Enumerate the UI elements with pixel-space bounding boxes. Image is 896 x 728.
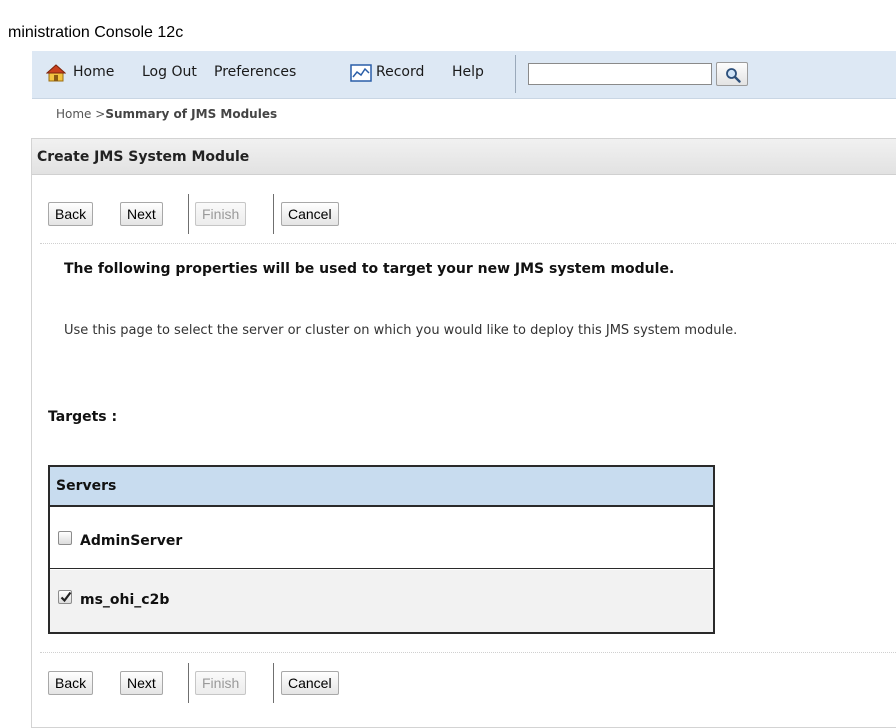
server-name: AdminServer <box>80 533 183 549</box>
cancel-button-top[interactable]: Cancel <box>281 202 339 226</box>
servers-table: Servers AdminServer ms_ohi_c2b <box>48 465 715 634</box>
record-icon[interactable] <box>350 64 372 82</box>
finish-button-bottom[interactable]: Finish <box>195 671 247 695</box>
button-separator <box>188 663 189 703</box>
app-title: ministration Console 12c <box>8 24 184 41</box>
panel-header: Create JMS System Module <box>32 139 896 175</box>
instructions-description: Use this page to select the server or cl… <box>64 323 738 338</box>
table-row: AdminServer <box>50 507 713 569</box>
logout-link[interactable]: Log Out <box>142 64 197 80</box>
button-separator <box>188 194 189 234</box>
button-separator <box>273 663 274 703</box>
next-button-bottom[interactable]: Next <box>120 671 163 695</box>
ms-ohi-c2b-checkbox[interactable] <box>58 590 72 604</box>
help-link[interactable]: Help <box>452 64 484 80</box>
table-row: ms_ohi_c2b <box>50 570 713 632</box>
next-button-top[interactable]: Next <box>120 202 163 226</box>
top-toolbar: Home Log Out Preferences Record Help <box>32 51 896 99</box>
breadcrumb-home-link[interactable]: Home > <box>56 107 105 121</box>
search-icon <box>726 68 741 83</box>
finish-button-top[interactable]: Finish <box>195 202 247 226</box>
back-button-bottom[interactable]: Back <box>48 671 94 695</box>
create-module-panel: Create JMS System Module <box>31 138 896 728</box>
home-link[interactable]: Home <box>73 64 114 80</box>
panel-title: Create JMS System Module <box>37 149 250 165</box>
divider <box>40 243 896 244</box>
toolbar-separator <box>515 55 516 93</box>
back-button-top[interactable]: Back <box>48 202 94 226</box>
server-name: ms_ohi_c2b <box>80 592 170 608</box>
adminserver-checkbox[interactable] <box>58 531 72 545</box>
search-button[interactable] <box>716 62 748 86</box>
checkmark-icon <box>60 591 72 603</box>
button-separator <box>273 194 274 234</box>
targets-label: Targets : <box>48 409 118 425</box>
preferences-link[interactable]: Preferences <box>214 64 296 80</box>
search-input[interactable] <box>528 63 712 85</box>
servers-column-header: Servers <box>56 478 117 494</box>
cancel-button-bottom[interactable]: Cancel <box>281 671 339 695</box>
record-link[interactable]: Record <box>376 64 424 80</box>
instructions-heading: The following properties will be used to… <box>64 261 675 277</box>
table-header: Servers <box>50 467 713 507</box>
breadcrumb-current: Summary of JMS Modules <box>105 107 278 121</box>
divider <box>40 652 896 653</box>
breadcrumb: Home >Summary of JMS Modules <box>56 107 277 121</box>
home-icon[interactable] <box>46 64 66 82</box>
